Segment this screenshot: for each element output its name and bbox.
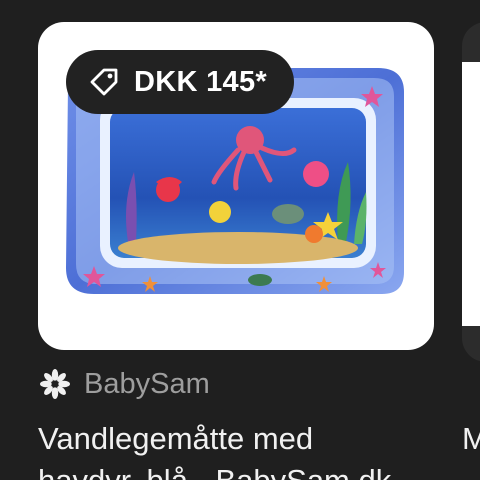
seller-info[interactable]: BabySam [38, 362, 210, 406]
price-badge: DKK 145* [66, 50, 294, 114]
next-product-image[interactable] [462, 62, 480, 326]
product-title[interactable]: Vandlegemåtte med havdyr, blå - BabySam.… [38, 418, 438, 480]
seller-name: BabySam [84, 367, 210, 400]
next-product-title[interactable]: M [462, 418, 480, 460]
tag-icon [90, 68, 118, 96]
seller-logo-icon [40, 369, 70, 399]
price-text: DKK 145* [134, 65, 267, 98]
